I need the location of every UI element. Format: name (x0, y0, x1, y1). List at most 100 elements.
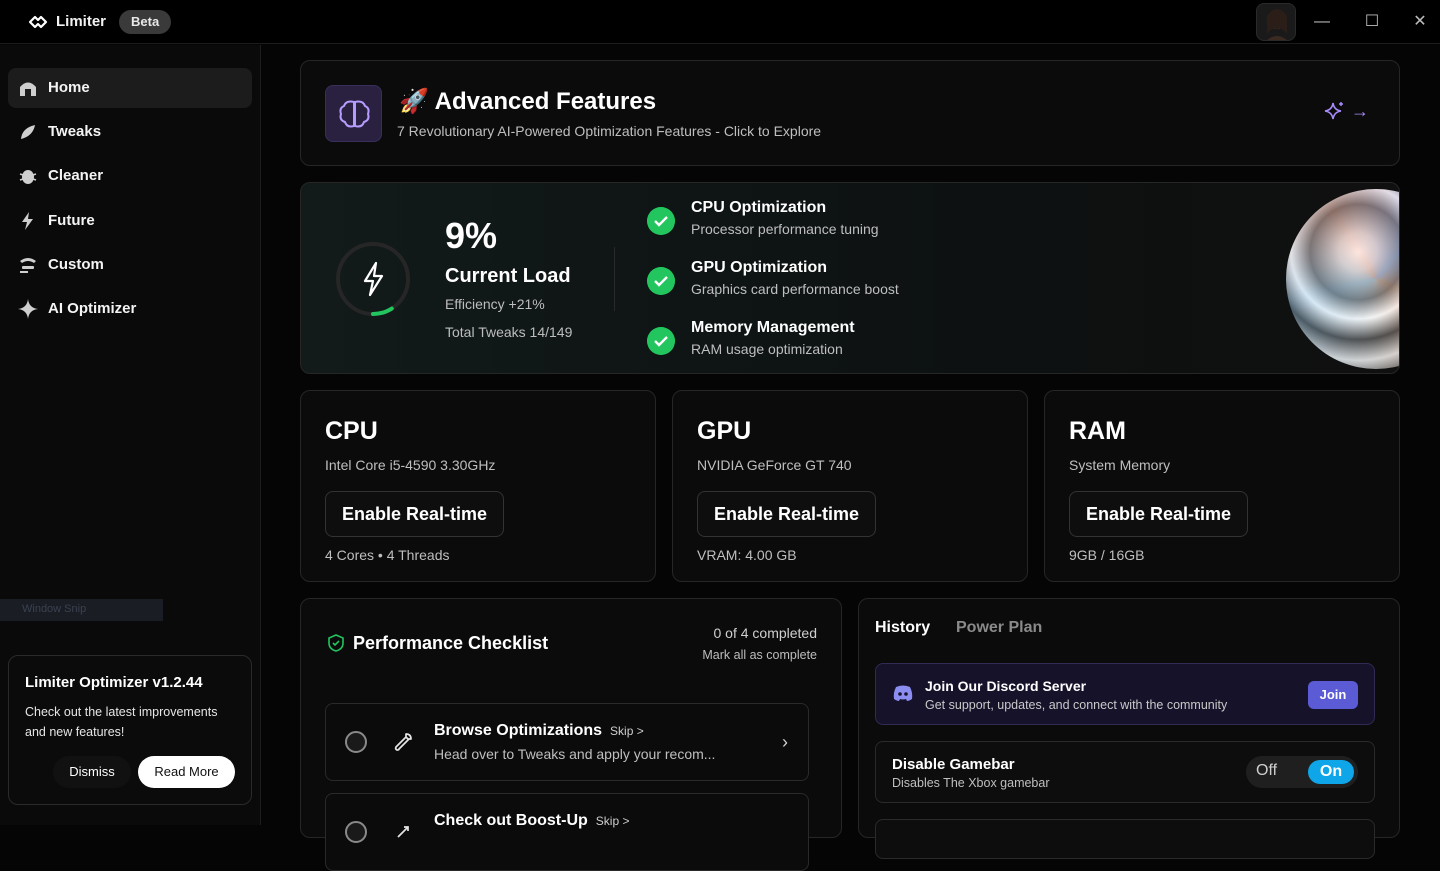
checklist-item-title-text: Browse Optimizations (434, 722, 603, 739)
sidebar-item-ai-optimizer[interactable]: AI Optimizer (8, 289, 252, 329)
dismiss-button[interactable]: Dismiss (53, 756, 131, 788)
hw-subtitle: System Memory (1069, 457, 1171, 473)
skip-link[interactable]: Skip > (596, 814, 630, 828)
brain-icon-box (325, 85, 382, 142)
sparkles-icon (1324, 102, 1343, 120)
mark-all-complete-link[interactable]: Mark all as complete (702, 648, 817, 662)
arrow-right-icon: → (1351, 101, 1369, 121)
sidebar-item-label: Custom (48, 256, 104, 273)
sidebar-item-custom[interactable]: Custom (8, 245, 252, 285)
sidebar-item-cleaner[interactable]: Cleaner (8, 156, 252, 196)
checklist-radio[interactable] (345, 821, 367, 843)
bolt-icon (363, 261, 384, 297)
sidebar-item-future[interactable]: Future (8, 201, 252, 241)
hw-subtitle: Intel Core i5-4590 3.30GHz (325, 457, 496, 473)
brain-icon (339, 100, 370, 128)
load-ring (336, 242, 410, 316)
current-load-card: 9% Current Load Efficiency +21% Total Tw… (300, 182, 1400, 374)
efficiency-text: Efficiency +21% (445, 296, 545, 312)
sparkle-icon (18, 299, 38, 319)
maximize-button[interactable]: ☐ (1360, 10, 1384, 34)
checklist-item[interactable]: Check out Boost-Up Skip > (325, 793, 809, 871)
check-icon (647, 267, 675, 295)
advanced-features-title: 🚀 Advanced Features (399, 87, 656, 116)
app-name: Limiter (56, 13, 107, 30)
optimization-title: CPU Optimization (691, 199, 827, 216)
hw-title: GPU (697, 417, 752, 445)
hw-footer: 9GB / 16GB (1069, 547, 1145, 563)
chrome-sphere-tint (1286, 189, 1399, 369)
window-snip-overlay: Window Snip (0, 599, 163, 621)
optimization-title: Memory Management (691, 319, 855, 336)
checklist-item-title-text: Check out Boost-Up (434, 812, 588, 829)
divider (614, 247, 615, 311)
hw-footer: VRAM: 4.00 GB (697, 547, 797, 563)
checklist-item-desc: Head over to Tweaks and apply your recom… (434, 746, 716, 762)
beta-badge: Beta (119, 10, 172, 34)
gamebar-setting: Disable Gamebar Disables The Xbox gameba… (875, 741, 1375, 803)
optimization-desc: Processor performance tuning (691, 221, 879, 237)
promo-text: Check out the latest improvements and ne… (25, 705, 218, 739)
enable-realtime-button[interactable]: Enable Real-time (697, 491, 877, 537)
hw-footer: 4 Cores • 4 Threads (325, 547, 450, 563)
checklist-item-title: Browse Optimizations Skip > (434, 722, 644, 740)
avatar[interactable] (1256, 3, 1296, 41)
gamebar-desc: Disables The Xbox gamebar (892, 776, 1050, 790)
discord-icon (893, 685, 913, 701)
checklist-radio[interactable] (345, 731, 367, 753)
checklist-count: 0 of 4 completed (713, 625, 817, 641)
skip-link[interactable]: Skip > (610, 724, 644, 738)
advanced-features-card[interactable]: 🚀 Advanced Features 7 Revolutionary AI-P… (300, 60, 1400, 166)
toggle-on-label[interactable]: On (1308, 760, 1354, 784)
gamebar-toggle[interactable]: Off On (1246, 756, 1358, 788)
gamebar-title: Disable Gamebar (892, 756, 1015, 773)
performance-checklist-card: Performance Checklist 0 of 4 completed M… (300, 598, 842, 871)
hw-title: RAM (1069, 417, 1126, 445)
bolt-icon (22, 212, 33, 230)
feather-icon (21, 125, 35, 139)
avatar-image-icon (1267, 9, 1287, 40)
read-more-button[interactable]: Read More (138, 756, 235, 788)
tab-power-plan[interactable]: Power Plan (956, 619, 1042, 637)
minimize-button[interactable]: — (1310, 10, 1334, 34)
advanced-features-subtitle: 7 Revolutionary AI-Powered Optimization … (397, 123, 822, 139)
limiter-logo-icon (28, 15, 48, 29)
total-tweaks-text: Total Tweaks 14/149 (445, 324, 573, 340)
sidebar-item-label: Cleaner (48, 167, 104, 184)
sidebar-item-label: AI Optimizer (48, 300, 137, 317)
sidebar: Home Tweaks Cleaner Future Custom AI Opt… (0, 45, 261, 825)
check-icon (647, 327, 675, 355)
next-setting-row (875, 819, 1375, 859)
join-button[interactable]: Join (1308, 681, 1358, 709)
close-button[interactable]: ✕ (1408, 10, 1432, 34)
home-icon (20, 82, 36, 96)
optimization-desc: Graphics card performance boost (691, 281, 899, 297)
title-bar: Limiter Beta — ☐ ✕ (0, 0, 1440, 44)
sidebar-item-label: Home (48, 79, 90, 96)
wrench-icon (394, 733, 412, 751)
toggle-off-label[interactable]: Off (1256, 762, 1277, 780)
check-icon (647, 207, 675, 235)
sidebar-item-tweaks[interactable]: Tweaks (8, 112, 252, 152)
checklist-title: Performance Checklist (353, 633, 549, 653)
sidebar-item-home[interactable]: Home (8, 68, 252, 108)
gpu-card: GPU NVIDIA GeForce GT 740 Enable Real-ti… (672, 390, 1028, 582)
explore-action[interactable]: → (1324, 101, 1369, 123)
enable-realtime-button[interactable]: Enable Real-time (1069, 491, 1249, 537)
optimization-desc: RAM usage optimization (691, 341, 843, 357)
checklist-item[interactable]: Browse Optimizations Skip > Head over to … (325, 703, 809, 781)
promo-title: Limiter Optimizer v1.2.44 (25, 674, 203, 691)
enable-realtime-button[interactable]: Enable Real-time (325, 491, 505, 537)
load-percent: 9% (445, 215, 498, 256)
discord-desc: Get support, updates, and connect with t… (925, 698, 1228, 712)
tab-history[interactable]: History (875, 619, 930, 637)
update-promo-card: Limiter Optimizer v1.2.44 Check out the … (8, 655, 252, 805)
history-panel: History Power Plan Join Our Discord Serv… (858, 598, 1400, 859)
hw-subtitle: NVIDIA GeForce GT 740 (697, 457, 852, 473)
hw-title: CPU (325, 417, 378, 445)
advanced-features-title-text: Advanced Features (434, 88, 657, 115)
rocket-icon: 🚀 (399, 88, 429, 115)
sidebar-item-label: Future (48, 212, 95, 229)
discord-banner: Join Our Discord Server Get support, upd… (875, 663, 1375, 725)
chevron-right-icon: › (782, 732, 788, 752)
